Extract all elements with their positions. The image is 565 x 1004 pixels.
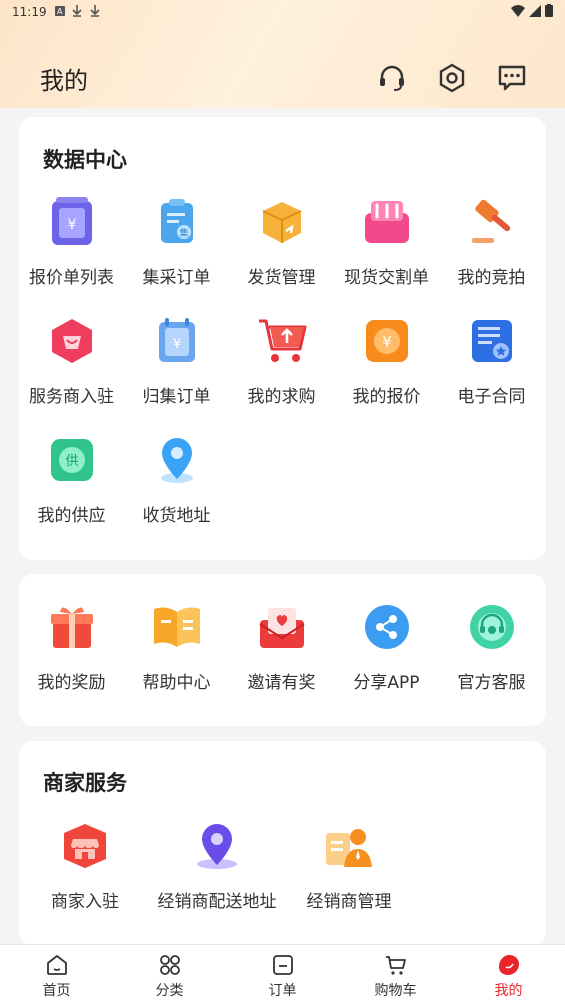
collect-order-icon: ¥: [152, 316, 202, 366]
wifi-icon: [511, 4, 525, 20]
grid-item-service-provider[interactable]: 服务商入驻: [19, 316, 124, 407]
help-book-icon: [152, 602, 202, 652]
tab-category[interactable]: 分类: [113, 945, 226, 1004]
svg-text:¥: ¥: [67, 217, 76, 233]
grid-item-label: 我的奖励: [37, 673, 106, 693]
merchant-card: 商家服务 商家入驻 经销商配送地址 经销商管理: [19, 741, 546, 946]
grid-item-label: 现货交割单: [344, 268, 429, 288]
grid-item-label: 电子合同: [457, 387, 526, 407]
location-pin-icon: [152, 435, 202, 485]
e-contract-icon: [467, 316, 517, 366]
home-icon: [44, 952, 70, 978]
grid-item-shipping[interactable]: 发货管理: [229, 197, 334, 288]
grid-item-distributor-address[interactable]: 经销商配送地址: [147, 821, 287, 912]
svg-text:供: 供: [65, 454, 78, 469]
grid-item-label: 官方客服: [457, 673, 526, 693]
signal-icon: [529, 4, 541, 20]
data-center-card: 数据中心 ¥ 报价单列表 集 集采订单 发货管理 现货交割单 我的竞拍 服务商入…: [19, 117, 546, 560]
grid-item-label: 发货管理: [247, 268, 316, 288]
merchant-title: 商家服务: [43, 771, 127, 795]
grid-item-spot-delivery[interactable]: 现货交割单: [334, 197, 439, 288]
grid-item-purchase-request[interactable]: 我的求购: [229, 316, 334, 407]
page-header: 我的: [0, 50, 565, 106]
my-quote-icon: ¥: [362, 316, 412, 366]
service-provider-icon: [47, 316, 97, 366]
status-time: 11:19: [12, 5, 47, 19]
grid-item-label: 集采订单: [142, 268, 211, 288]
order-icon: [270, 952, 296, 978]
share-icon: [362, 602, 412, 652]
svg-text:集: 集: [179, 227, 188, 239]
customer-service-icon: [467, 602, 517, 652]
purchase-cart-icon: [257, 316, 307, 366]
store-icon: [60, 821, 110, 871]
spot-delivery-icon: [362, 197, 412, 247]
tab-label: 购物车: [374, 983, 417, 999]
grid-item-label: 收货地址: [142, 506, 211, 526]
grid-item-share-app[interactable]: 分享APP: [334, 602, 439, 693]
grid-item-merchant-join[interactable]: 商家入驻: [33, 821, 137, 912]
grid-item-quote-list[interactable]: ¥ 报价单列表: [19, 197, 124, 288]
tab-cart[interactable]: 购物车: [339, 945, 452, 1004]
grid-item-official-service[interactable]: 官方客服: [439, 602, 544, 693]
grid-item-distributor-manage[interactable]: 经销商管理: [297, 821, 401, 912]
grid-item-my-quote[interactable]: ¥ 我的报价: [334, 316, 439, 407]
tab-label: 订单: [268, 983, 297, 999]
svg-text:¥: ¥: [172, 337, 180, 352]
grid-item-help-center[interactable]: 帮助中心: [124, 602, 229, 693]
headset-icon[interactable]: [377, 63, 407, 93]
grid-item-auction[interactable]: 我的竞拍: [439, 197, 544, 288]
grid-item-label: 商家入驻: [51, 892, 119, 912]
grid-item-label: 报价单列表: [29, 268, 114, 288]
grid-item-label: 服务商入驻: [29, 387, 114, 407]
grid-item-rewards[interactable]: 我的奖励: [19, 602, 124, 693]
category-icon: [157, 952, 183, 978]
group-purchase-icon: 集: [152, 197, 202, 247]
invite-envelope-icon: [257, 602, 307, 652]
grid-item-e-contract[interactable]: 电子合同: [439, 316, 544, 407]
grid-item-label: 我的求购: [247, 387, 316, 407]
tab-orders[interactable]: 订单: [226, 945, 339, 1004]
shipping-box-icon: [257, 197, 307, 247]
grid-item-label: 经销商配送地址: [157, 892, 277, 912]
gift-icon: [47, 602, 97, 652]
auction-hammer-icon: [467, 197, 517, 247]
status-bar: 11:19 A: [0, 0, 565, 24]
extras-card: 我的奖励 帮助中心 邀请有奖 分享APP 官方客服: [19, 574, 546, 726]
distributor-manage-icon: [324, 821, 374, 871]
cart-icon: [383, 952, 409, 978]
tab-home[interactable]: 首页: [0, 945, 113, 1004]
grid-item-label: 邀请有奖: [247, 673, 316, 693]
grid-item-label: 我的供应: [37, 506, 106, 526]
bottom-tab-bar: 首页 分类 订单 购物车 我的: [0, 944, 565, 1004]
grid-item-supply[interactable]: 供 我的供应: [19, 435, 124, 526]
battery-icon: [545, 4, 553, 20]
tab-profile[interactable]: 我的: [452, 945, 565, 1004]
grid-item-label: 我的报价: [352, 387, 421, 407]
tab-label: 我的: [494, 983, 523, 999]
grid-item-label: 归集订单: [142, 387, 211, 407]
tab-label: 首页: [42, 983, 71, 999]
grid-item-label: 分享APP: [353, 673, 420, 693]
notification-icons: A: [54, 4, 103, 21]
supply-icon: 供: [47, 435, 97, 485]
grid-item-label: 我的竞拍: [457, 268, 526, 288]
grid-item-label: 经销商管理: [306, 892, 392, 912]
grid-item-label: 帮助中心: [142, 673, 211, 693]
message-icon[interactable]: [497, 63, 527, 93]
settings-icon[interactable]: [437, 63, 467, 93]
data-center-title: 数据中心: [43, 148, 127, 172]
page-title: 我的: [40, 66, 88, 95]
grid-item-invite[interactable]: 邀请有奖: [229, 602, 334, 693]
grid-item-shipping-address[interactable]: 收货地址: [124, 435, 229, 526]
distributor-address-icon: [192, 821, 242, 871]
grid-item-group-purchase[interactable]: 集 集采订单: [124, 197, 229, 288]
svg-text:A: A: [57, 7, 63, 16]
svg-text:¥: ¥: [382, 333, 392, 351]
quote-list-icon: ¥: [47, 197, 97, 247]
profile-icon: [496, 952, 522, 978]
tab-label: 分类: [155, 983, 184, 999]
grid-item-collect-order[interactable]: ¥ 归集订单: [124, 316, 229, 407]
